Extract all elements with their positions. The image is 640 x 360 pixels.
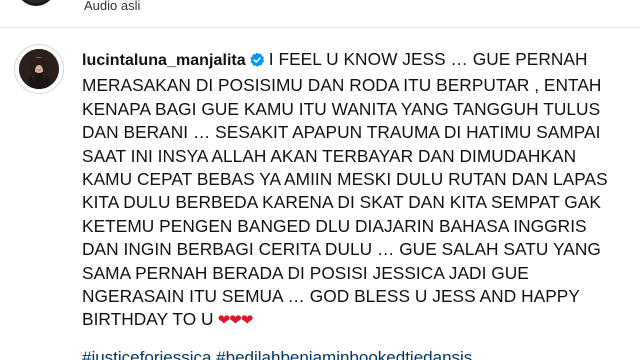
previous-post-row: Audio asli	[0, 0, 640, 22]
verified-badge-icon	[249, 51, 265, 74]
audio-label[interactable]: Audio asli	[84, 0, 140, 12]
hashtag-links[interactable]: #justiceforjessica #bedilahbenjaminbooke…	[82, 348, 640, 360]
heart-emoji: ❤❤❤	[217, 311, 254, 330]
avatar[interactable]	[14, 44, 64, 94]
profile-photo	[19, 49, 59, 89]
post-caption: lucintaluna_manjalita I FEEL U KNOW JESS…	[82, 48, 622, 333]
divider	[0, 27, 640, 28]
username-link[interactable]: lucintaluna_manjalita	[82, 52, 246, 69]
previous-post-avatar[interactable]	[16, 0, 56, 6]
caption-text: I FEEL U KNOW JESS … GUE PERNAH MERASAKA…	[82, 49, 608, 330]
instagram-post-caption-view: Audio asli lucintaluna_manjalita I FEEL …	[0, 0, 640, 360]
